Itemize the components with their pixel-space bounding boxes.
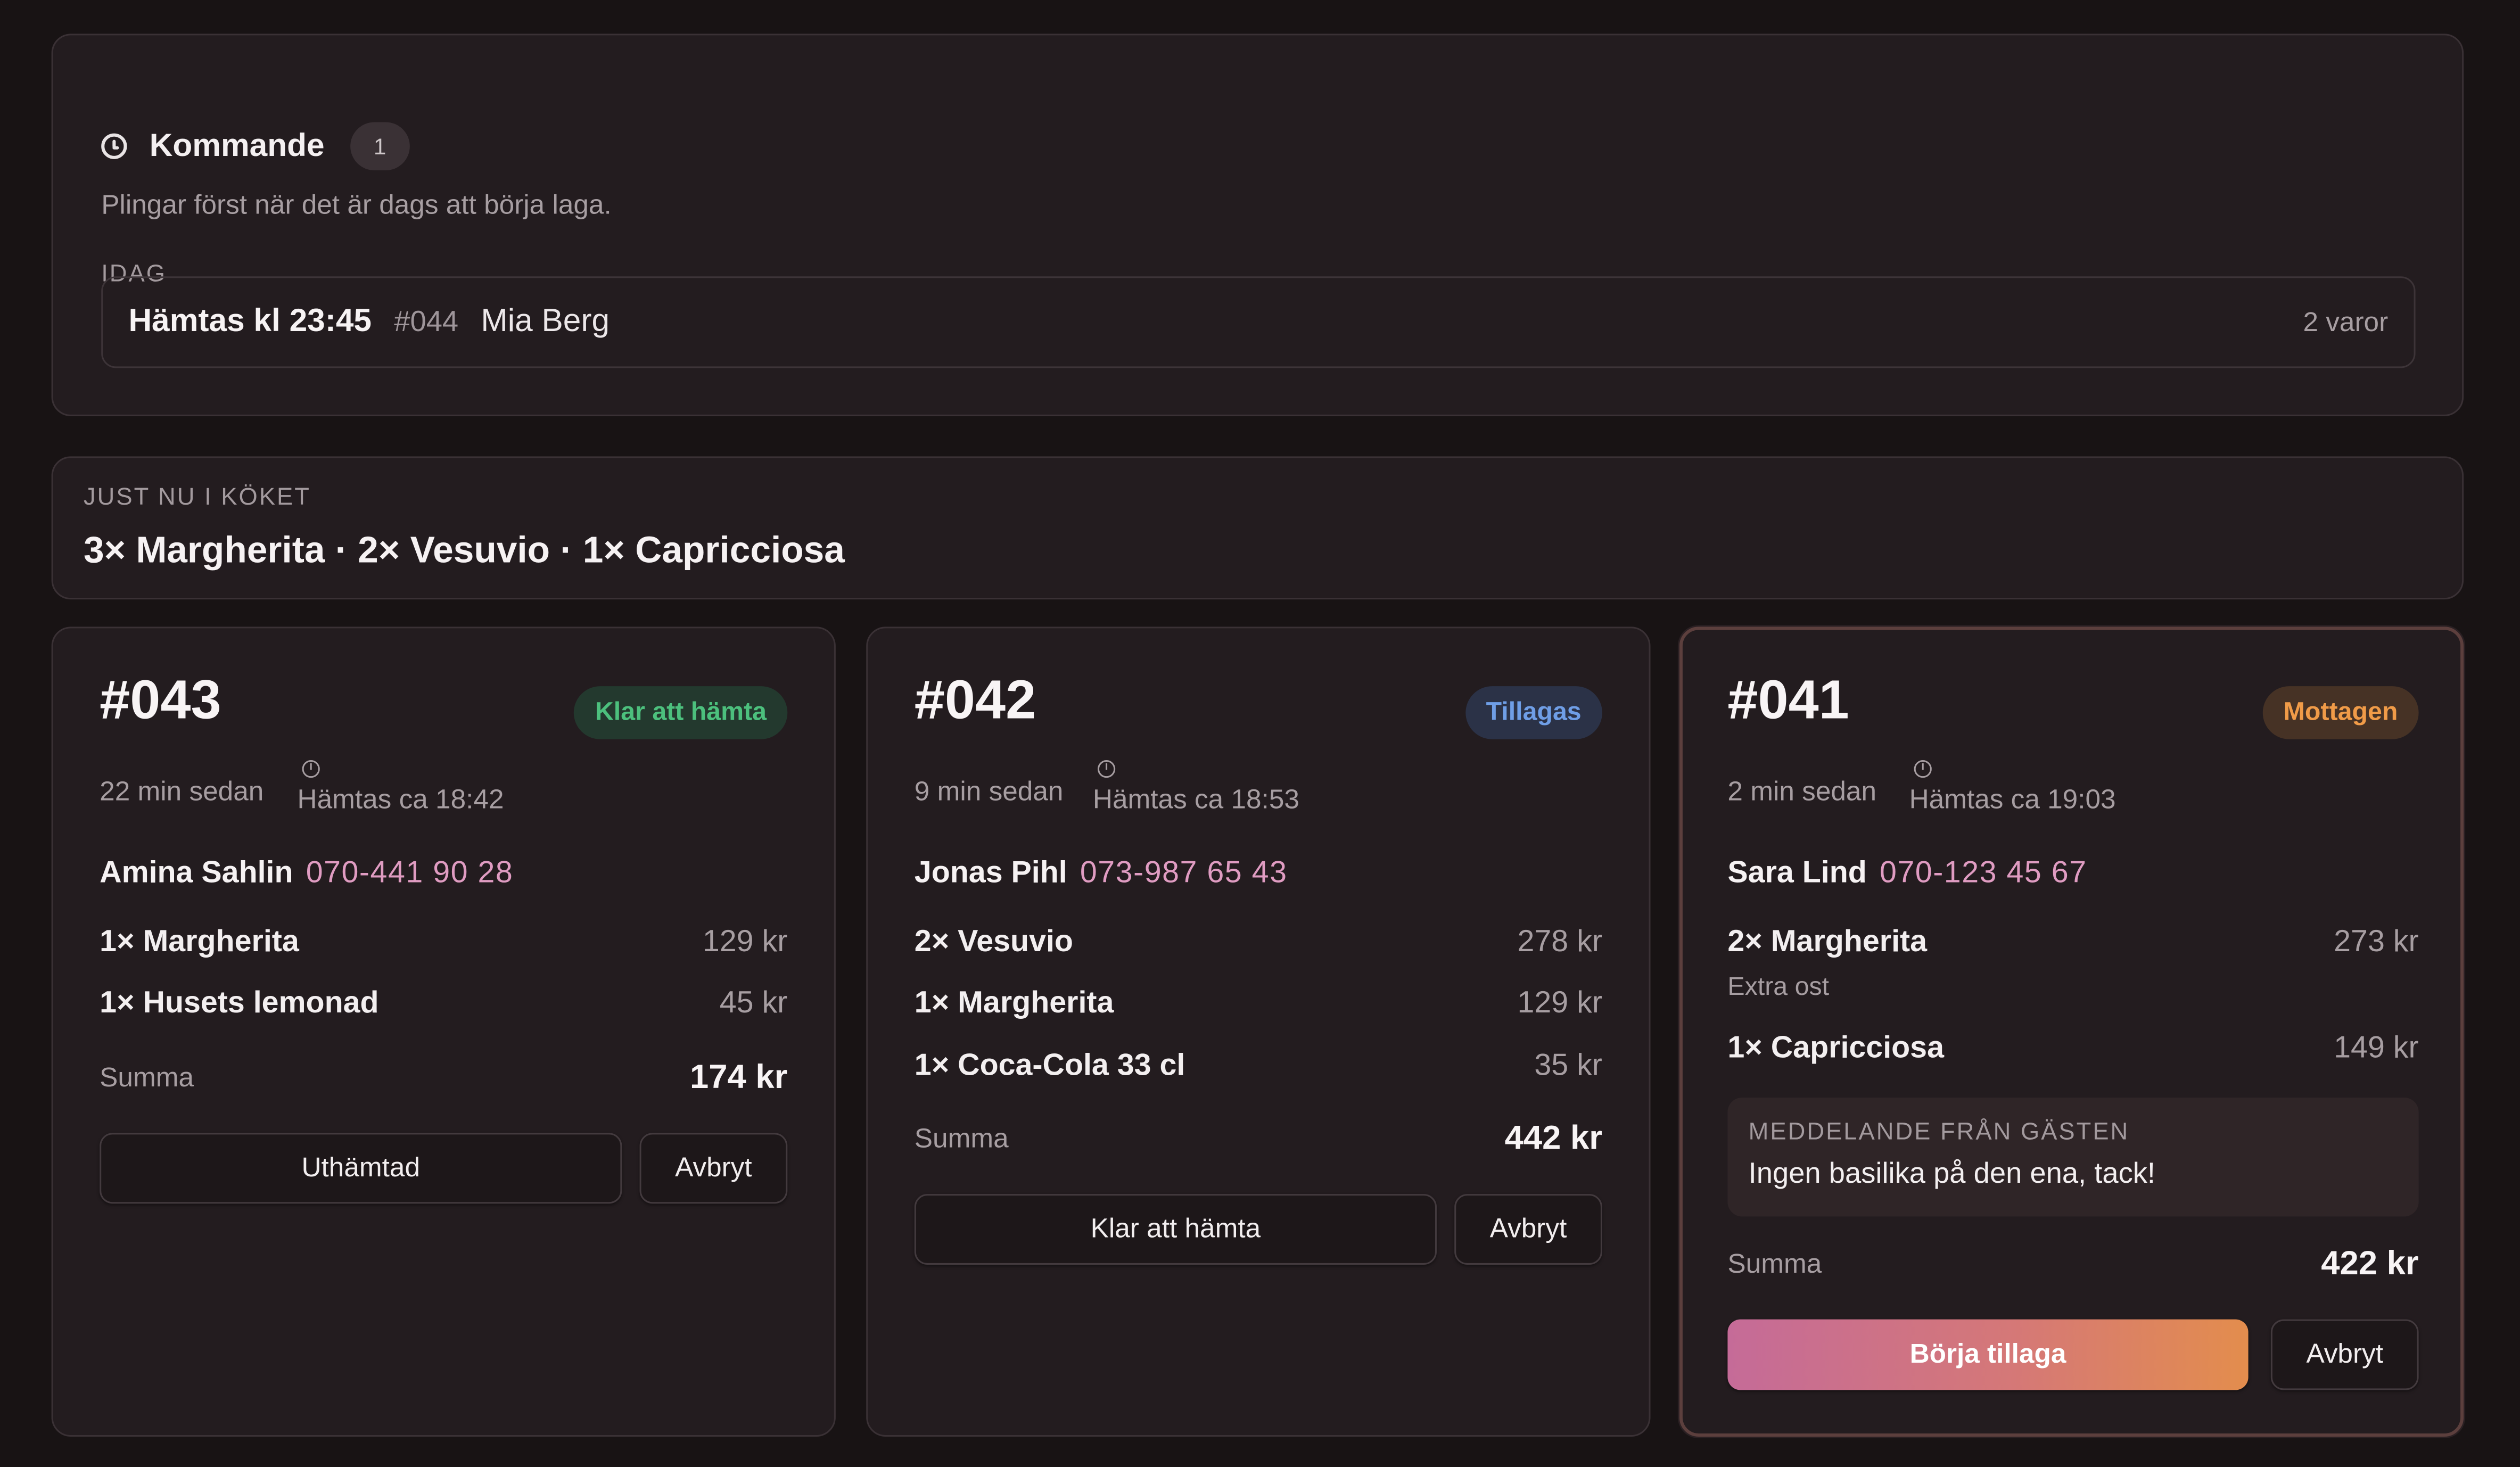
upcoming-order-row[interactable]: Hämtas kl 23:45 #044 Mia Berg 2 varor xyxy=(101,276,2416,368)
pickup-time: Hämtas ca 18:53 xyxy=(1092,784,1299,815)
upcoming-orders-panel: Kommande 1 Plingar först när det är dags… xyxy=(51,34,2464,416)
picked-up-button[interactable]: Uthämtad xyxy=(100,1133,622,1204)
sum-label: Summa xyxy=(1727,1248,1822,1280)
cancel-button[interactable]: Avbryt xyxy=(2270,1319,2419,1390)
item-name: 1× Coca-Cola 33 cl xyxy=(914,1049,1185,1083)
order-item: 1× Margherita 129 kr xyxy=(915,987,1602,1028)
upcoming-customer-name: Mia Berg xyxy=(481,303,610,340)
order-item: 1× Coca-Cola 33 cl 35 kr xyxy=(915,1049,1602,1091)
item-price: 149 kr xyxy=(2334,1032,2419,1066)
now-in-kitchen-panel: JUST NU I KÖKET 3× Margherita · 2× Vesuv… xyxy=(51,456,2464,600)
order-age: 2 min sedan xyxy=(1727,776,1877,807)
guest-message-text: Ingen basilika på den ena, tack! xyxy=(1748,1157,2156,1190)
order-number: #041 xyxy=(1727,670,1849,731)
upcoming-pickup-time: Hämtas kl 23:45 xyxy=(128,303,372,340)
customer-phone-link[interactable]: 070-441 90 28 xyxy=(306,856,514,890)
pickup-time: Hämtas ca 18:42 xyxy=(297,784,504,815)
pickup-info: Hämtas ca 19:03 xyxy=(1909,760,2116,817)
order-item: 2× Vesuvio 278 kr xyxy=(915,926,1602,967)
upcoming-order-id: #044 xyxy=(394,305,459,337)
order-age: 22 min sedan xyxy=(100,776,264,807)
status-badge: Mottagen xyxy=(2262,686,2419,739)
item-name: 2× Vesuvio xyxy=(914,925,1073,960)
upcoming-subtitle: Plingar först när det är dags att börja … xyxy=(101,189,612,220)
order-age: 9 min sedan xyxy=(914,776,1064,807)
order-card: #042 Tillagas 9 min sedan Hämtas ca 18:5… xyxy=(866,627,1651,1437)
customer: Sara Lind 070-123 45 67 xyxy=(1727,856,2087,892)
item-name: 1× Capricciosa xyxy=(1727,1032,1944,1066)
item-price: 129 kr xyxy=(702,925,788,960)
sum-value: 174 kr xyxy=(689,1059,788,1096)
order-item: 1× Margherita 129 kr xyxy=(100,926,787,967)
sum-label: Summa xyxy=(914,1123,1009,1154)
sum-value: 442 kr xyxy=(1504,1120,1602,1157)
customer-phone-link[interactable]: 073-987 65 43 xyxy=(1080,856,1288,890)
guest-message-label: MEDDELANDE FRÅN GÄSTEN xyxy=(1748,1118,2130,1146)
item-price: 278 kr xyxy=(1517,925,1602,960)
pickup-info: Hämtas ca 18:53 xyxy=(1093,760,1299,817)
item-note: Extra ost xyxy=(1727,974,1830,1001)
customer-name: Sara Lind xyxy=(1727,856,1867,891)
order-sum: Summa 422 kr xyxy=(1727,1246,2418,1284)
item-price: 129 kr xyxy=(1517,986,1602,1021)
ready-for-pickup-button[interactable]: Klar att hämta xyxy=(914,1194,1437,1265)
order-sum: Summa 174 kr xyxy=(100,1059,787,1098)
status-badge: Klar att hämta xyxy=(574,686,788,739)
status-badge: Tillagas xyxy=(1465,686,1602,739)
customer-phone-link[interactable]: 070-123 45 67 xyxy=(1880,856,2087,890)
sum-label: Summa xyxy=(100,1062,194,1093)
kitchen-dashboard: Kommande 1 Plingar först när det är dags… xyxy=(0,0,2520,1467)
upcoming-item-count: 2 varor xyxy=(2303,306,2389,337)
order-item: 2× Margherita 273 kr xyxy=(1727,926,2418,967)
order-number: #043 xyxy=(100,670,221,731)
upcoming-header: Kommande 1 xyxy=(101,122,410,171)
clock-icon xyxy=(302,760,320,778)
order-number: #042 xyxy=(914,670,1036,731)
customer-name: Jonas Pihl xyxy=(914,856,1067,891)
pickup-info: Hämtas ca 18:42 xyxy=(298,760,504,817)
pickup-time: Hämtas ca 19:03 xyxy=(1909,784,2116,815)
order-item: 1× Capricciosa 149 kr xyxy=(1727,1032,2418,1073)
item-name: 1× Husets lemonad xyxy=(100,986,379,1021)
order-card-highlighted: #041 Mottagen 2 min sedan Hämtas ca 19:0… xyxy=(1679,627,2464,1437)
now-in-kitchen-summary: 3× Margherita · 2× Vesuvio · 1× Capricci… xyxy=(83,529,845,571)
order-item: 1× Husets lemonad 45 kr xyxy=(100,987,787,1028)
item-price: 45 kr xyxy=(719,986,788,1021)
order-card-content: #041 Mottagen 2 min sedan Hämtas ca 19:0… xyxy=(1681,628,2465,1438)
customer: Amina Sahlin 070-441 90 28 xyxy=(100,856,513,892)
upcoming-title: Kommande xyxy=(149,128,325,163)
item-name: 1× Margherita xyxy=(914,986,1114,1021)
cancel-button[interactable]: Avbryt xyxy=(1454,1194,1602,1265)
customer: Jonas Pihl 073-987 65 43 xyxy=(915,856,1288,892)
start-cooking-button[interactable]: Börja tillaga xyxy=(1727,1319,2249,1390)
upcoming-count-badge: 1 xyxy=(350,122,410,171)
guest-message: MEDDELANDE FRÅN GÄSTEN Ingen basilika på… xyxy=(1727,1097,2419,1217)
order-card: #043 Klar att hämta 22 min sedan Hämtas … xyxy=(51,627,836,1437)
item-name: 2× Margherita xyxy=(1727,925,1928,960)
clock-icon xyxy=(1914,760,1932,778)
item-price: 35 kr xyxy=(1534,1049,1602,1083)
sum-value: 422 kr xyxy=(2321,1245,2419,1283)
item-name: 1× Margherita xyxy=(100,925,299,960)
cancel-button[interactable]: Avbryt xyxy=(639,1133,788,1204)
order-sum: Summa 442 kr xyxy=(915,1120,1602,1158)
clock-icon xyxy=(101,133,127,159)
customer-name: Amina Sahlin xyxy=(100,856,293,891)
item-price: 273 kr xyxy=(2334,925,2419,960)
clock-icon xyxy=(1097,760,1116,778)
now-in-kitchen-label: JUST NU I KÖKET xyxy=(83,483,311,512)
